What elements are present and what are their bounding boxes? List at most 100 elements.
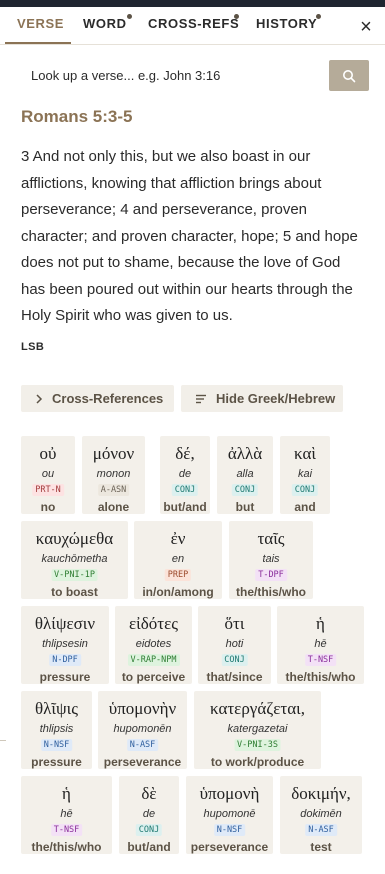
word-morph-tag: T-NSF	[304, 654, 337, 666]
word-gloss: but	[235, 500, 255, 514]
word-morph-tag: T-NSF	[50, 824, 83, 836]
word-morph-tag: CONJ	[171, 484, 199, 496]
word-morph-tag: V-PNI-1P	[51, 569, 98, 581]
hide-greek-hebrew-label: Hide Greek/Hebrew	[216, 391, 336, 406]
word-morph-tag: N-NSF	[213, 824, 246, 836]
word-morph-tag: N-ASF	[126, 739, 159, 751]
word-gloss: to perceive	[121, 670, 186, 684]
word-transliteration: eidotes	[135, 638, 172, 650]
tab-history-dot	[316, 14, 321, 19]
word-gloss: and	[294, 500, 316, 514]
tab-verse[interactable]: VERSE	[17, 16, 64, 31]
menu-lines-icon	[195, 394, 207, 404]
word-card[interactable]: κατεργάζεται, katergazetai V-PNI-3S to work…	[194, 691, 321, 769]
word-morph-tag: N-NSF	[40, 739, 73, 751]
word-gloss: to work/produce	[210, 755, 305, 769]
verse-search	[21, 60, 369, 91]
word-transliteration: ou	[41, 468, 55, 480]
word-morph-tag: N-DPF	[49, 654, 81, 666]
word-transliteration: hupomonēn	[113, 723, 172, 735]
word-card[interactable]: δέ, de CONJ but/and	[160, 436, 210, 514]
tab-cross-refs-dot	[234, 14, 239, 19]
word-greek: δὲ	[141, 784, 157, 803]
word-greek: ὅτι	[224, 614, 245, 633]
word-card[interactable]: καὶ kai CONJ and	[280, 436, 330, 514]
word-gloss: no	[40, 500, 56, 514]
word-gloss: the/this/who	[236, 585, 306, 599]
tab-word[interactable]: WORD	[83, 16, 127, 31]
word-greek: θλίψεσιν	[34, 614, 96, 633]
word-card[interactable]: ἡ hē T-NSF the/this/who	[277, 606, 364, 684]
word-greek: θλῖψις	[35, 699, 78, 718]
word-greek: κατεργάζεται,	[210, 699, 305, 718]
tab-word-dot	[127, 14, 132, 19]
word-transliteration: thlipsis	[39, 723, 74, 735]
word-transliteration: katergazetai	[227, 723, 288, 735]
close-button[interactable]: ×	[356, 17, 376, 37]
word-transliteration: en	[171, 553, 185, 565]
active-tab-indicator	[5, 42, 71, 44]
word-greek: ἡ	[316, 614, 325, 633]
word-morph-tag: PREP	[164, 569, 192, 581]
search-icon	[343, 69, 356, 82]
hide-greek-hebrew-button[interactable]: Hide Greek/Hebrew	[181, 385, 343, 412]
word-transliteration: hoti	[225, 638, 244, 650]
word-greek: οὐ	[39, 444, 57, 463]
word-card[interactable]: δοκιμήν, dokimēn N-ASF test	[280, 776, 362, 854]
tab-cross-refs[interactable]: CROSS-REFS	[148, 16, 239, 31]
word-card[interactable]: ὑπομονὴ hupomonē N-NSF perseverance	[186, 776, 273, 854]
word-gloss: test	[310, 840, 332, 854]
cross-references-button[interactable]: Cross-References	[21, 385, 174, 412]
word-card[interactable]: μόνον monon A-ASN alone	[82, 436, 145, 514]
word-card[interactable]: θλίψεσιν thlipsesin N-DPF pressure	[21, 606, 109, 684]
word-morph-tag: CONJ	[231, 484, 259, 496]
word-transliteration: hē	[60, 808, 73, 820]
word-greek: ταῖς	[257, 529, 285, 548]
word-morph-tag: CONJ	[135, 824, 163, 836]
tab-bar: VERSE WORD CROSS-REFS HISTORY ×	[0, 7, 385, 45]
top-bar	[0, 0, 385, 7]
word-gloss: but/and	[127, 840, 171, 854]
word-gloss: the/this/who	[285, 670, 356, 684]
word-gloss: to boast	[51, 585, 98, 599]
word-morph-tag: V-RAP-NPM	[127, 654, 180, 666]
search-button[interactable]	[329, 60, 369, 91]
tab-history[interactable]: HISTORY	[256, 16, 317, 31]
word-card[interactable]: δὲ de CONJ but/and	[119, 776, 179, 854]
word-card[interactable]: εἰδότες eidotes V-RAP-NPM to perceive	[115, 606, 192, 684]
word-card[interactable]: ταῖς tais T-DPF the/this/who	[229, 521, 313, 599]
word-card[interactable]: ἐν en PREP in/on/among	[134, 521, 222, 599]
word-morph-tag: N-ASF	[305, 824, 337, 836]
word-gloss: perseverance	[190, 840, 269, 854]
search-input[interactable]	[21, 60, 329, 91]
word-card[interactable]: οὐ ou PRT-N no	[21, 436, 75, 514]
word-card[interactable]: θλῖψις thlipsis N-NSF pressure	[21, 691, 92, 769]
word-gloss: pressure	[39, 670, 91, 684]
word-transliteration: monon	[96, 468, 131, 480]
word-gloss: in/on/among	[142, 585, 214, 599]
word-transliteration: kauchōmetha	[41, 553, 108, 565]
chevron-right-icon	[35, 393, 43, 404]
word-card[interactable]: καυχώμεθα kauchōmetha V-PNI-1P to boast	[21, 521, 128, 599]
word-greek: ἡ	[62, 784, 71, 803]
word-greek: καὶ	[294, 444, 316, 463]
word-transliteration: alla	[236, 468, 254, 480]
word-greek: ὑπομονὴ	[199, 784, 260, 803]
word-card[interactable]: ὅτι hoti CONJ that/since	[198, 606, 271, 684]
word-transliteration: de	[142, 808, 156, 820]
word-card[interactable]: ὑπομονὴν hupomonēn N-ASF perseverance	[98, 691, 187, 769]
word-gloss: pressure	[31, 755, 82, 769]
word-card[interactable]: ἡ hē T-NSF the/this/who	[21, 776, 112, 854]
word-greek: εἰδότες	[129, 614, 178, 633]
passage-reference: Romans 5:3-5	[21, 107, 133, 126]
word-transliteration: dokimēn	[300, 808, 342, 820]
word-greek: μόνον	[92, 444, 135, 463]
word-greek: ἀλλὰ	[227, 444, 263, 463]
scroll-indicator[interactable]	[0, 740, 6, 741]
word-transliteration: hupomonē	[203, 808, 256, 820]
word-transliteration: hē	[314, 638, 327, 650]
word-card[interactable]: ἀλλὰ alla CONJ but	[217, 436, 273, 514]
word-morph-tag: PRT-N	[32, 484, 64, 496]
word-transliteration: thlipsesin	[42, 638, 88, 650]
word-greek: δέ,	[175, 444, 195, 463]
